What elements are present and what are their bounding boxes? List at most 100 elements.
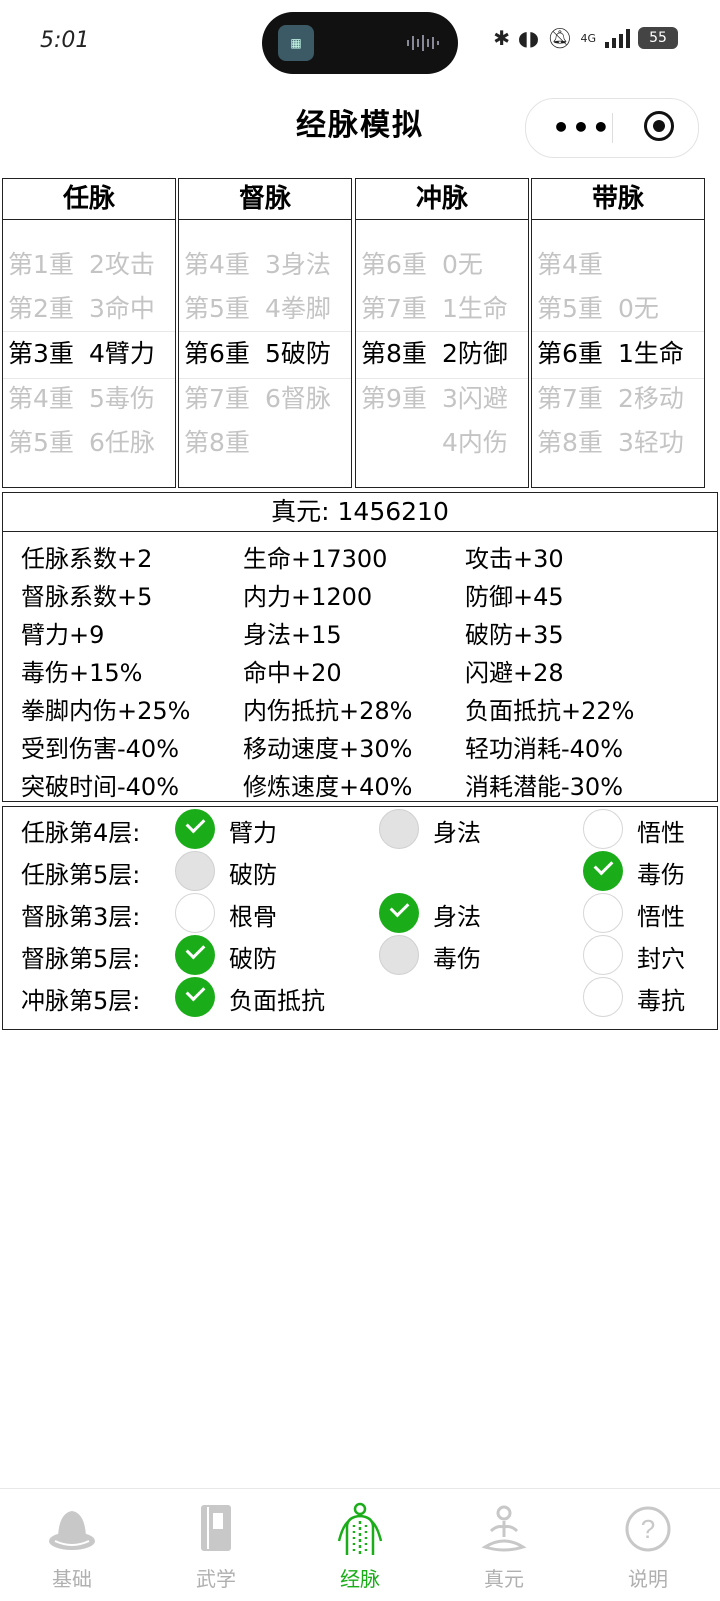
level-label: 第8重 — [361, 339, 427, 368]
level-row[interactable]: 第5重 4拳脚 — [179, 286, 351, 332]
choice-option-label: 毒抗 — [637, 987, 685, 1015]
selected-level-row[interactable]: 第6重 1生命 — [532, 331, 704, 377]
level-label: 第8重 — [537, 428, 603, 457]
capsule-divider — [612, 113, 613, 143]
meridian-column[interactable]: 任脉 第1重 2攻击 第2重 3命中 第3重 4臂力 第4重 5毒伤 第5重 6任脉 — [2, 178, 176, 488]
tab-bar: 基础 武学 经脉 真元 ? 说明 — [0, 1488, 720, 1601]
checked-circle-icon[interactable] — [175, 935, 215, 975]
stat-value: 攻击+30 — [465, 545, 564, 573]
level-wheel[interactable]: 第6重 0无 第7重 1生命 第8重 2防御第9重 3闪避 4内伤 — [356, 220, 528, 487]
level-row[interactable]: 第2重 3命中 — [3, 286, 175, 332]
stat-value: 内力+1200 — [243, 583, 373, 611]
stats-panel: 真元: 1456210 任脉系数+2 生命+17300 攻击+30 督脉系数+5 内力+… — [2, 492, 718, 802]
unchecked-circle-icon[interactable] — [583, 893, 623, 933]
choice-option-label: 臂力 — [229, 819, 277, 847]
attribute-label: 6督脉 — [265, 384, 331, 413]
tab-item[interactable]: 真元 — [432, 1489, 576, 1601]
unchecked-circle-icon[interactable] — [175, 893, 215, 933]
choice-option-label: 悟性 — [637, 819, 685, 847]
meridian-column[interactable]: 督脉 第4重 3身法 第5重 4拳脚 第6重 5破防 第7重 6督脉 第8重 — [178, 178, 352, 488]
stat-value: 臂力+9 — [21, 621, 105, 649]
level-row[interactable]: 第4重 5毒伤 — [3, 376, 175, 422]
tab-item[interactable]: ? 说明 — [576, 1489, 720, 1601]
choice-option-label: 根骨 — [229, 903, 277, 931]
mute-icon: 🔕︎ — [547, 26, 573, 50]
meridian-column[interactable]: 带脉第4重 第5重 0无 第6重 1生命第7重 2移动第8重 3轻功 — [531, 178, 705, 488]
choice-option-label: 毒伤 — [637, 861, 685, 889]
checked-circle-icon[interactable] — [175, 809, 215, 849]
level-wheel[interactable]: 第4重 3身法 第5重 4拳脚 第6重 5破防 第7重 6督脉第8重 — [179, 220, 351, 487]
checked-circle-icon[interactable] — [379, 893, 419, 933]
earbuds-icon: ◖◗ — [518, 26, 540, 50]
level-wheel[interactable]: 第4重 第5重 0无 第6重 1生命第7重 2移动第8重 3轻功 — [532, 220, 704, 487]
level-row[interactable]: 第5重 6任脉 — [3, 420, 175, 466]
level-row[interactable]: 第1重 2攻击 — [3, 242, 175, 288]
close-target-icon[interactable] — [644, 111, 674, 141]
selected-level-row[interactable]: 第6重 5破防 — [179, 331, 351, 377]
layer-choices: 任脉第4层: 臂力 身法 悟性 任脉第5层: 破防 毒伤 督脉第3层: 根骨 身法 悟性 督脉第5层:… — [2, 806, 718, 1030]
level-row[interactable]: 第7重 6督脉 — [179, 376, 351, 422]
audio-wave-icon — [407, 35, 439, 51]
choice-option-label: 破防 — [229, 861, 277, 889]
level-row[interactable]: 4内伤 — [356, 420, 528, 466]
level-wheel[interactable]: 第1重 2攻击 第2重 3命中 第3重 4臂力 第4重 5毒伤 第5重 6任脉 — [3, 220, 175, 487]
more-menu-icon[interactable]: ••• — [552, 111, 612, 144]
meridian-name: 冲脉 — [356, 179, 528, 220]
meridian-column[interactable]: 冲脉第6重 0无 第7重 1生命 第8重 2防御第9重 3闪避 4内伤 — [355, 178, 529, 488]
checked-circle-icon[interactable] — [175, 977, 215, 1017]
stat-value: 移动速度+30% — [243, 735, 413, 763]
attribute-label: 2移动 — [618, 384, 684, 413]
attribute-label: 1生命 — [442, 294, 508, 323]
stat-value: 破防+35 — [465, 621, 564, 649]
network-label: 4G — [580, 31, 596, 45]
tab-label: 说明 — [628, 1567, 668, 1591]
choice-option-label: 悟性 — [637, 903, 685, 931]
miniprogram-capsule: ••• — [525, 98, 699, 158]
level-row[interactable]: 第4重 — [532, 242, 704, 288]
book-icon — [191, 1501, 241, 1557]
level-row[interactable]: 第7重 1生命 — [356, 286, 528, 332]
level-label: 第8重 — [184, 428, 250, 457]
stat-value: 消耗潜能-30% — [465, 773, 624, 801]
choice-option-label: 身法 — [433, 819, 481, 847]
attribute-label: 4内伤 — [442, 428, 508, 457]
selected-level-row[interactable]: 第8重 2防御 — [356, 331, 528, 377]
meridian-name: 带脉 — [532, 179, 704, 220]
attribute-label: 3闪避 — [442, 384, 508, 413]
tab-item[interactable]: 基础 — [0, 1489, 144, 1601]
level-row[interactable]: 第8重 3轻功 — [532, 420, 704, 466]
checked-circle-icon[interactable] — [583, 851, 623, 891]
choice-row: 督脉第3层: 根骨 身法 悟性 — [3, 893, 717, 935]
dynamic-island[interactable]: ▦ — [262, 12, 458, 74]
disabled-circle-icon — [379, 935, 419, 975]
level-label: 第4重 — [8, 384, 74, 413]
unchecked-circle-icon[interactable] — [583, 935, 623, 975]
tab-item[interactable]: 武学 — [144, 1489, 288, 1601]
choice-row: 冲脉第5层: 负面抵抗 毒抗 — [3, 977, 717, 1019]
tab-label: 真元 — [484, 1567, 524, 1591]
clock: 5:01 — [40, 28, 90, 53]
tab-item[interactable]: 经脉 — [288, 1489, 432, 1601]
disabled-circle-icon — [379, 809, 419, 849]
level-row[interactable]: 第6重 0无 — [356, 242, 528, 288]
stat-value: 拳脚内伤+25% — [21, 697, 191, 725]
stat-value: 任脉系数+2 — [21, 545, 153, 573]
level-label: 第7重 — [537, 384, 603, 413]
level-row[interactable]: 第7重 2移动 — [532, 376, 704, 422]
choice-option-label: 负面抵抗 — [229, 987, 325, 1015]
selected-level-row[interactable]: 第3重 4臂力 — [3, 331, 175, 377]
meditation-icon — [479, 1501, 529, 1557]
level-row[interactable]: 第9重 3闪避 — [356, 376, 528, 422]
choice-row-label: 督脉第3层: — [21, 903, 141, 931]
level-label: 第6重 — [184, 339, 250, 368]
unchecked-circle-icon[interactable] — [583, 809, 623, 849]
level-label: 第9重 — [361, 384, 427, 413]
unchecked-circle-icon[interactable] — [583, 977, 623, 1017]
level-row[interactable]: 第8重 — [179, 420, 351, 466]
level-label: 第5重 — [184, 294, 250, 323]
system-icons: ✱ ◖◗ 🔕︎ 4G 55 — [493, 26, 678, 50]
level-row[interactable]: 第4重 3身法 — [179, 242, 351, 288]
level-row[interactable]: 第5重 0无 — [532, 286, 704, 332]
choice-row: 任脉第5层: 破防 毒伤 — [3, 851, 717, 893]
stat-value: 闪避+28 — [465, 659, 564, 687]
